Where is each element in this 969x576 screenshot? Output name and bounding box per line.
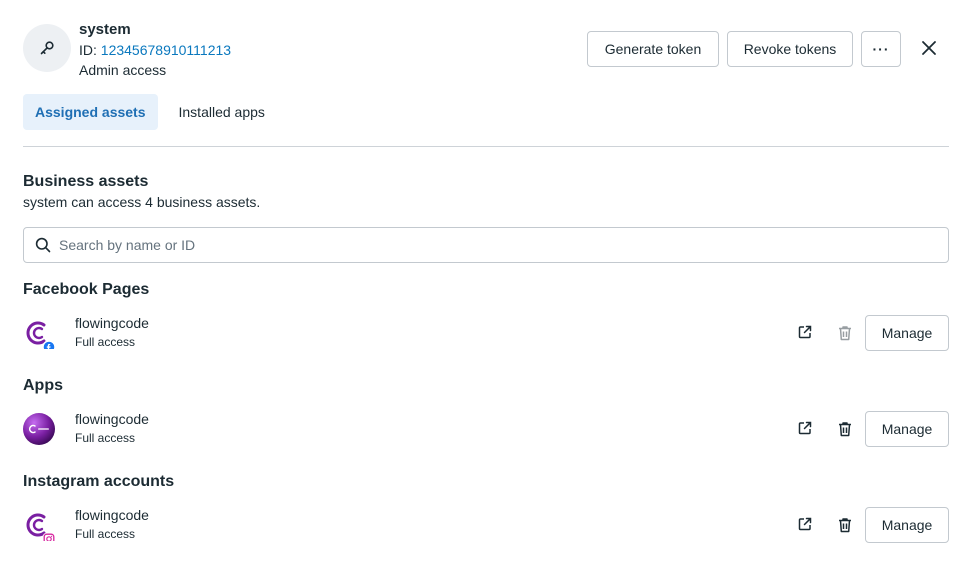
header: system ID: 12345678910111213 Admin acces… xyxy=(23,20,949,80)
user-name: system xyxy=(79,21,131,38)
asset-access: Full access xyxy=(75,431,136,445)
manage-button[interactable]: Manage xyxy=(865,315,949,351)
external-link-icon[interactable] xyxy=(797,420,813,436)
asset-name: flowingcode xyxy=(75,315,149,331)
instagram-accounts-title: Instagram accounts xyxy=(23,473,175,490)
search-box[interactable] xyxy=(23,227,949,263)
close-icon[interactable] xyxy=(919,38,939,58)
delete-icon[interactable] xyxy=(836,516,854,534)
tab-installed-apps[interactable]: Installed apps xyxy=(167,94,277,130)
search-icon xyxy=(35,237,51,253)
delete-icon[interactable] xyxy=(836,420,854,438)
user-role: Admin access xyxy=(79,62,167,78)
apps-title: Apps xyxy=(23,377,63,394)
revoke-tokens-button[interactable]: Revoke tokens xyxy=(727,31,853,67)
more-options-button[interactable]: ··· xyxy=(861,31,901,67)
business-assets-title: Business assets xyxy=(23,173,149,190)
asset-access: Full access xyxy=(75,335,136,349)
list-item: flowingcode Full access Manage xyxy=(23,505,949,545)
asset-name: flowingcode xyxy=(75,507,149,523)
external-link-icon[interactable] xyxy=(797,516,813,532)
key-icon xyxy=(40,41,54,55)
external-link-icon[interactable] xyxy=(797,324,813,340)
generate-token-button[interactable]: Generate token xyxy=(587,31,719,67)
facebook-pages-title: Facebook Pages xyxy=(23,281,150,298)
tab-assigned-assets[interactable]: Assigned assets xyxy=(23,94,158,130)
list-item: flowingcode Full access Manage xyxy=(23,313,949,353)
system-user-avatar xyxy=(23,24,71,72)
delete-icon[interactable] xyxy=(836,324,854,342)
user-id: ID: 12345678910111213 xyxy=(79,40,231,60)
search-input[interactable] xyxy=(59,237,948,253)
divider xyxy=(23,146,949,147)
user-id-value[interactable]: 12345678910111213 xyxy=(101,42,231,58)
flowingcode-logo-icon xyxy=(26,513,55,541)
flowingcode-logo-icon xyxy=(26,321,55,349)
list-item: flowingcode Full access Manage xyxy=(23,409,949,449)
user-info: system ID: 12345678910111213 Admin acces… xyxy=(79,20,231,80)
manage-button[interactable]: Manage xyxy=(865,411,949,447)
business-assets-description: system can access 4 business assets. xyxy=(23,194,261,210)
tab-bar: Assigned assets Installed apps xyxy=(23,94,277,130)
manage-button[interactable]: Manage xyxy=(865,507,949,543)
asset-name: flowingcode xyxy=(75,411,149,427)
user-id-label: ID: xyxy=(79,42,97,58)
asset-access: Full access xyxy=(75,527,136,541)
flowingcode-app-icon xyxy=(23,413,55,445)
